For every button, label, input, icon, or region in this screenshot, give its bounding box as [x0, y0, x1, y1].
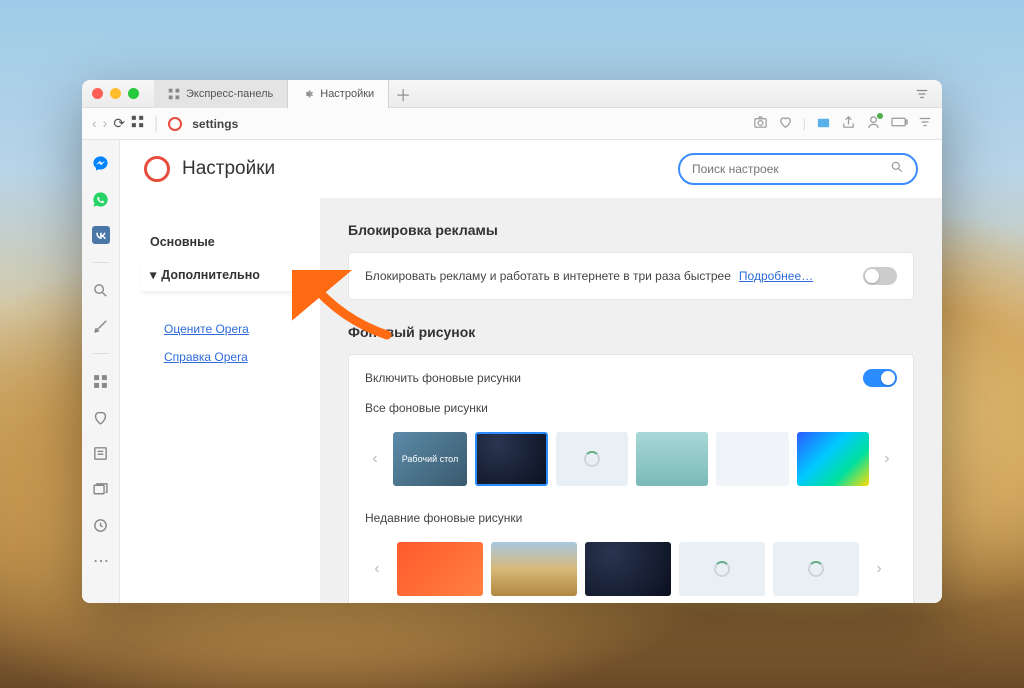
share-button[interactable] — [841, 115, 856, 133]
settings-header: Настройки — [120, 140, 942, 198]
vk-icon[interactable] — [92, 226, 110, 244]
sidebar: ⋯ — [82, 140, 120, 603]
search-input[interactable] — [692, 162, 882, 176]
nav-rate-opera[interactable]: Оцените Opera — [140, 315, 320, 343]
wallpaper-thumb[interactable] — [397, 542, 483, 596]
nav-advanced[interactable]: ▾ Дополнительно — [140, 258, 322, 291]
tab-label: Настройки — [320, 88, 374, 100]
maximize-window-button[interactable] — [128, 88, 139, 99]
wallpaper-thumb[interactable] — [679, 542, 765, 596]
wallpaper-toggle[interactable] — [863, 369, 897, 387]
toolbar-right: | — [753, 115, 932, 133]
crypto-wallet-button[interactable] — [816, 115, 831, 133]
toolbar: ‹ › ⟳ | settings | — [82, 108, 942, 140]
wallpaper-thumb[interactable] — [773, 542, 859, 596]
tab-speed-dial[interactable]: Экспресс-панель — [154, 80, 288, 108]
chevron-down-icon: ▾ — [150, 267, 156, 282]
settings-panel: Блокировка рекламы Блокировать рекламу и… — [320, 198, 942, 603]
wallpaper-all-label: Все фоновые рисунки — [365, 401, 897, 415]
settings-main: Основные ▾ Дополнительно Оцените Opera С… — [120, 198, 942, 603]
loading-spinner-icon — [808, 561, 824, 577]
menu-button[interactable] — [918, 115, 932, 132]
reload-button[interactable]: ⟳ — [113, 115, 125, 132]
minimize-window-button[interactable] — [110, 88, 121, 99]
wallpaper-thumb[interactable] — [556, 432, 628, 486]
window-controls — [92, 88, 139, 99]
wallpaper-gallery-recent: ‹ › — [365, 535, 897, 603]
wallpaper-thumb[interactable] — [475, 432, 548, 486]
myflow-icon[interactable] — [92, 317, 110, 335]
wallpaper-thumb[interactable] — [491, 542, 577, 596]
wallpaper-card: Включить фоновые рисунки Все фоновые рис… — [348, 354, 914, 603]
address-bar[interactable]: settings — [192, 117, 238, 131]
divider — [93, 353, 109, 354]
section-adblock-title: Блокировка рекламы — [348, 222, 914, 238]
adblock-toggle[interactable] — [863, 267, 897, 285]
bookmarks-icon[interactable] — [92, 408, 110, 426]
search-icon — [890, 160, 904, 179]
forward-button[interactable]: › — [103, 115, 108, 132]
history-icon[interactable] — [92, 516, 110, 534]
browser-window: Экспресс-панель Настройки ＋ ‹ › ⟳ | sett… — [82, 80, 942, 603]
messenger-icon[interactable] — [92, 154, 110, 172]
adblock-text: Блокировать рекламу и работать в интерне… — [365, 269, 731, 283]
wallpaper-gallery-all: ‹ Рабочий стол › — [365, 425, 897, 493]
settings-search[interactable] — [678, 153, 918, 185]
nav-advanced-label: Дополнительно — [161, 268, 260, 282]
heart-button[interactable] — [778, 115, 793, 133]
tab-label: Экспресс-панель — [186, 88, 273, 100]
content: Настройки Основные ▾ Дополнительно Оцени… — [120, 140, 942, 603]
section-wallpaper-title: Фоновый рисунок — [348, 324, 914, 340]
titlebar: Экспресс-панель Настройки ＋ — [82, 80, 942, 108]
more-icon[interactable]: ⋯ — [92, 552, 110, 570]
nav-help-opera[interactable]: Справка Opera — [140, 343, 320, 371]
opera-logo-icon — [144, 156, 170, 182]
whatsapp-icon[interactable] — [92, 190, 110, 208]
speeddial-sidebar-icon[interactable] — [92, 372, 110, 390]
loading-spinner-icon — [584, 451, 600, 467]
wallpaper-recent-label: Недавние фоновые рисунки — [365, 511, 897, 525]
adblock-more-link[interactable]: Подробнее… — [739, 269, 813, 283]
page-title: Настройки — [182, 158, 275, 180]
gallery-next-button[interactable]: › — [877, 425, 897, 493]
settings-nav: Основные ▾ Дополнительно Оцените Opera С… — [120, 198, 320, 603]
divider — [93, 262, 109, 263]
tab-settings[interactable]: Настройки — [288, 80, 389, 108]
gear-icon — [302, 88, 314, 100]
back-button[interactable]: ‹ — [92, 115, 97, 132]
wallpaper-thumb-desktop[interactable]: Рабочий стол — [393, 432, 467, 486]
wallpaper-thumb[interactable] — [636, 432, 708, 486]
gallery-next-button[interactable]: › — [867, 535, 891, 603]
grid-icon — [168, 88, 180, 100]
snapshot-button[interactable] — [753, 115, 768, 133]
tabs-icon[interactable] — [92, 480, 110, 498]
profile-button[interactable] — [866, 115, 881, 133]
nav-basic[interactable]: Основные — [140, 226, 320, 258]
wallpaper-thumb[interactable] — [716, 432, 788, 486]
tab-strip: Экспресс-панель Настройки ＋ — [154, 80, 912, 108]
nav-buttons: ‹ › ⟳ — [92, 115, 144, 132]
body: ⋯ Настройки Основные ▾ Дополнительно — [82, 140, 942, 603]
wallpaper-thumb[interactable] — [585, 542, 671, 596]
adblock-card: Блокировать рекламу и работать в интерне… — [348, 252, 914, 300]
search-icon[interactable] — [92, 281, 110, 299]
opera-icon — [168, 117, 182, 131]
gallery-prev-button[interactable]: ‹ — [365, 425, 385, 493]
battery-button[interactable] — [891, 116, 908, 131]
easy-setup-button[interactable] — [912, 87, 932, 101]
close-window-button[interactable] — [92, 88, 103, 99]
wallpaper-enable-text: Включить фоновые рисунки — [365, 371, 521, 385]
speeddial-button[interactable] — [131, 115, 144, 132]
loading-spinner-icon — [714, 561, 730, 577]
wallpaper-thumb[interactable] — [797, 432, 869, 486]
news-icon[interactable] — [92, 444, 110, 462]
gallery-prev-button[interactable]: ‹ — [365, 535, 389, 603]
new-tab-button[interactable]: ＋ — [389, 80, 417, 108]
